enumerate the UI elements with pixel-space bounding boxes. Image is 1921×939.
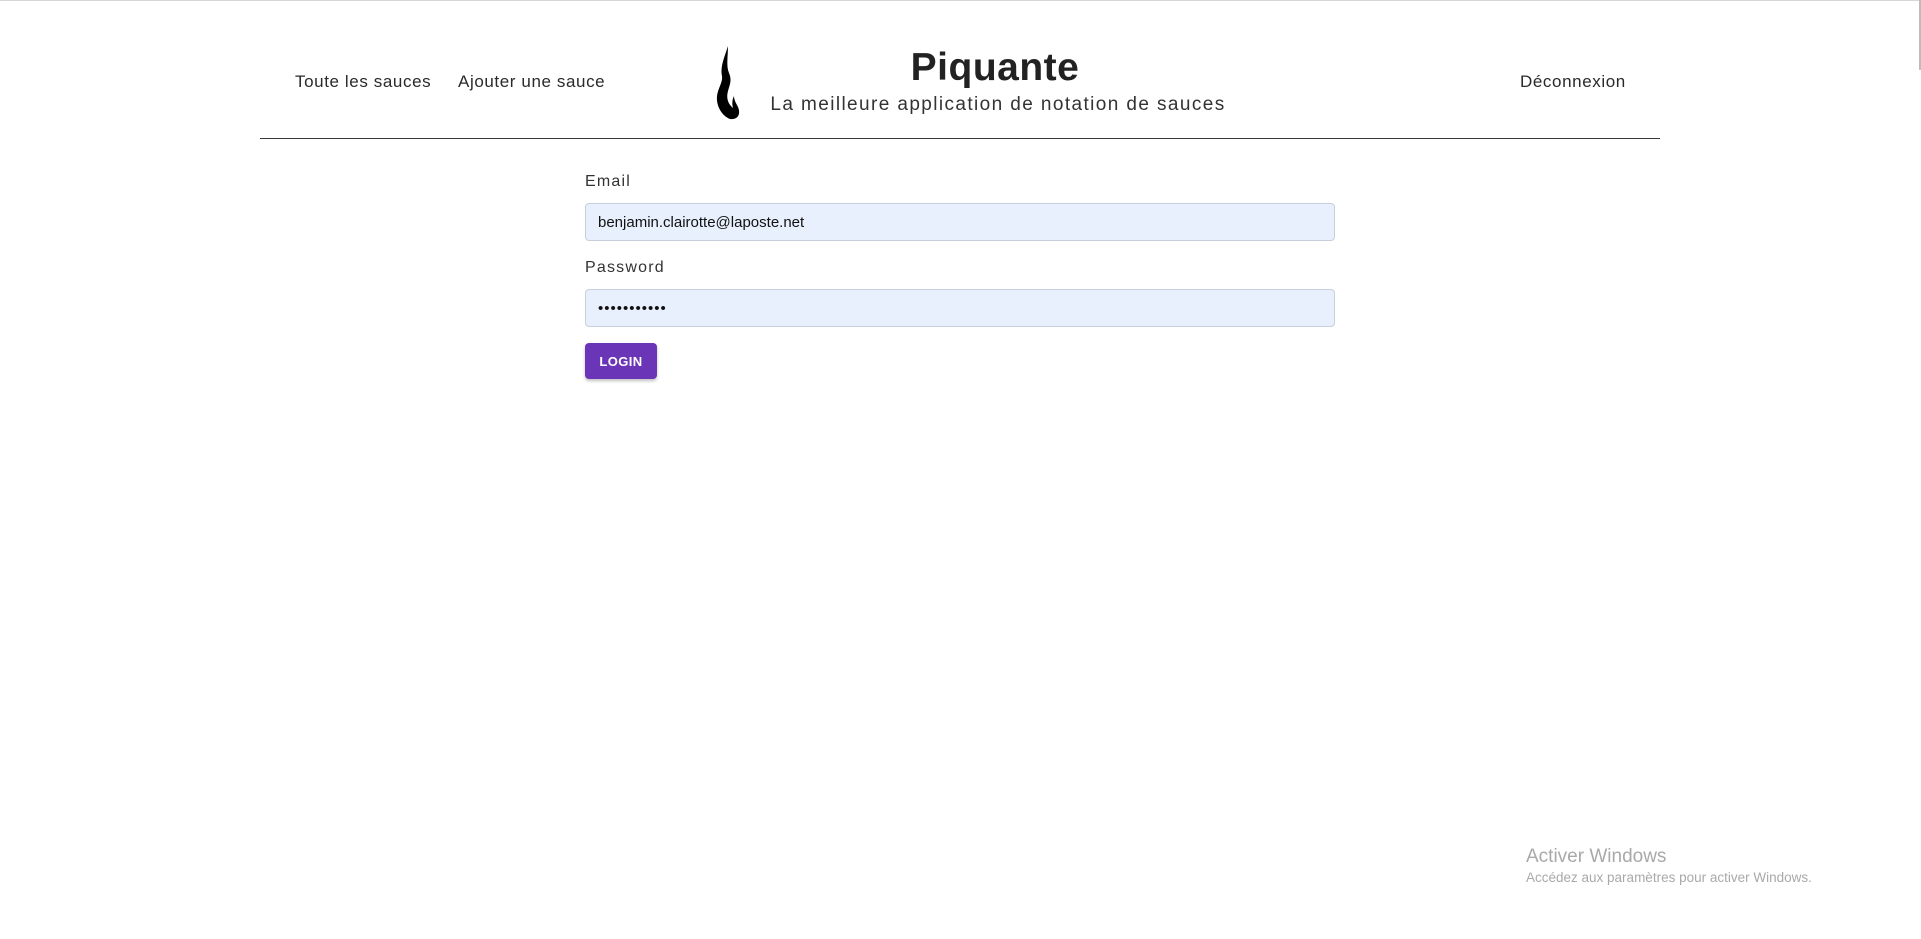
nav-all-sauces-link[interactable]: Toute les sauces: [295, 72, 431, 92]
flame-icon: [716, 46, 740, 120]
password-field-group: Password: [585, 258, 1335, 327]
logout-link[interactable]: Déconnexion: [1520, 72, 1626, 92]
watermark-subtitle: Accédez aux paramètres pour activer Wind…: [1526, 870, 1812, 885]
brand-title: Piquante: [910, 46, 1080, 89]
site-header: Toute les sauces Ajouter une sauce Piqua…: [260, 0, 1660, 139]
email-input[interactable]: [585, 203, 1335, 241]
email-label: Email: [585, 173, 632, 190]
login-form: Email Password LOGIN: [585, 172, 1335, 379]
password-input[interactable]: [585, 289, 1335, 327]
nav-add-sauce-link[interactable]: Ajouter une sauce: [458, 72, 605, 92]
login-button[interactable]: LOGIN: [585, 343, 657, 379]
windows-activation-watermark: Activer Windows Accédez aux paramètres p…: [1526, 845, 1812, 887]
watermark-title: Activer Windows: [1526, 846, 1667, 867]
brand-subtitle: La meilleure application de notation de …: [770, 94, 1226, 115]
password-label: Password: [585, 259, 665, 276]
email-field-group: Email: [585, 172, 1335, 241]
